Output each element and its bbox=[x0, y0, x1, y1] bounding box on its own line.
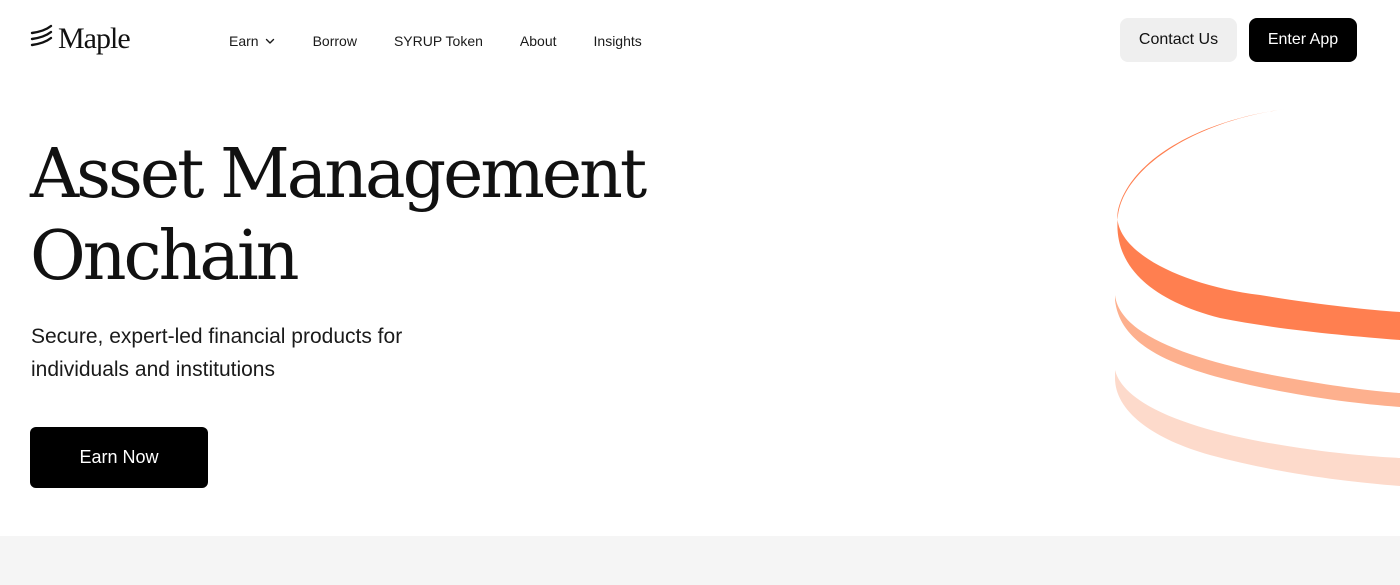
brand-logo[interactable]: Maple bbox=[30, 22, 131, 55]
nav-item-label: Earn bbox=[229, 33, 259, 49]
nav-item-about[interactable]: About bbox=[520, 33, 557, 49]
hero-title: Asset Management Onchain bbox=[30, 134, 647, 298]
nav-item-label: About bbox=[519, 33, 557, 49]
nav-item-insights[interactable]: Insights bbox=[594, 33, 642, 49]
hero-title-line-2: Onchain bbox=[30, 217, 300, 296]
site-header: Maple Earn Borrow SYRUP Token About Insi… bbox=[0, 0, 1400, 84]
decorative-swoosh-graphic bbox=[1115, 109, 1400, 486]
nav-item-syrup-token[interactable]: SYRUP Token bbox=[394, 33, 483, 49]
main-nav: Earn Borrow SYRUP Token About Insights bbox=[229, 33, 642, 49]
next-section-band bbox=[0, 536, 1400, 585]
nav-item-label: Borrow bbox=[312, 33, 357, 49]
enter-app-button[interactable]: Enter App bbox=[1249, 18, 1357, 62]
nav-item-borrow[interactable]: Borrow bbox=[313, 33, 357, 49]
hero-subtitle: Secure, expert-led financial products fo… bbox=[31, 325, 403, 381]
contact-us-button[interactable]: Contact Us bbox=[1120, 18, 1237, 62]
nav-item-earn[interactable]: Earn bbox=[229, 33, 276, 49]
nav-item-label: Insights bbox=[593, 33, 642, 49]
nav-item-label: SYRUP Token bbox=[393, 33, 483, 49]
hero-title-line-1: Asset Management bbox=[30, 135, 647, 214]
maple-stack-icon bbox=[30, 24, 53, 47]
chevron-down-icon bbox=[265, 38, 274, 44]
swoosh-band-dark bbox=[1117, 109, 1400, 340]
earn-now-button[interactable]: Earn Now bbox=[30, 427, 208, 488]
swoosh-band-light bbox=[1115, 370, 1400, 486]
brand-name: Maple bbox=[58, 22, 131, 55]
